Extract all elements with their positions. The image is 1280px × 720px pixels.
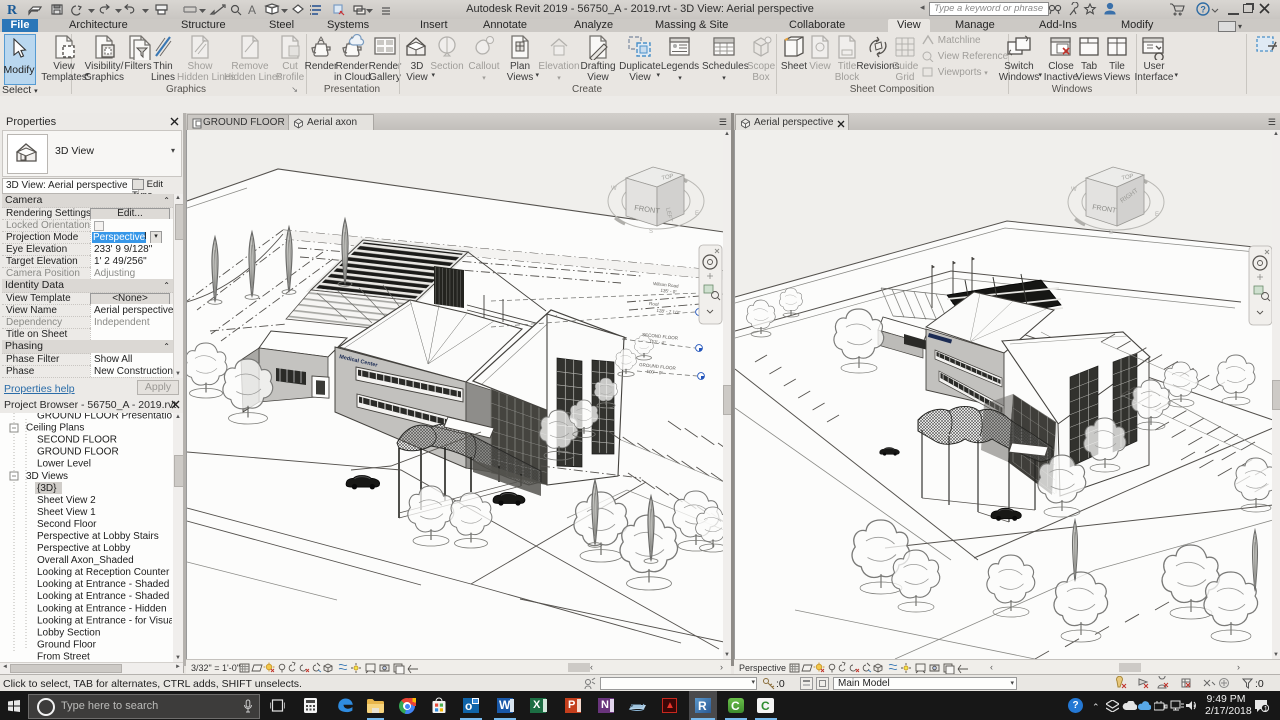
svg-text:Second Floor: Second Floor	[37, 519, 97, 530]
svg-text:S: S	[1109, 230, 1113, 236]
svg-text:A: A	[248, 3, 256, 17]
svg-text:W: W	[611, 186, 617, 192]
svg-text:?: ?	[1200, 5, 1206, 15]
svg-text:Lobby Section: Lobby Section	[37, 627, 100, 638]
svg-text:Sheet View 1: Sheet View 1	[37, 507, 96, 518]
svg-text:Ground Floor: Ground Floor	[37, 640, 97, 651]
svg-text:3D Views: 3D Views	[26, 471, 68, 482]
svg-text:E: E	[1155, 212, 1159, 218]
svg-text:Perspective at Lobby: Perspective at Lobby	[37, 543, 130, 554]
svg-text:Sheet View 2: Sheet View 2	[37, 495, 96, 506]
svg-text:1: 1	[1264, 704, 1268, 712]
svg-text:Looking at Reception Counter: Looking at Reception Counter	[37, 567, 170, 578]
svg-text:{3D}: {3D}	[37, 483, 57, 494]
svg-text:Looking at Entrance - for Visu: Looking at Entrance - for Visualizatio	[37, 615, 172, 626]
svg-text:From Street: From Street	[37, 652, 90, 663]
svg-text:Looking at Entrance - Shaded C: Looking at Entrance - Shaded Close	[37, 579, 172, 590]
svg-text:GROUND FLOOR Presentation: GROUND FLOOR Presentation	[37, 413, 172, 422]
svg-text:Overall Axon_Shaded: Overall Axon_Shaded	[37, 555, 134, 566]
svg-text:GROUND FLOOR: GROUND FLOOR	[37, 447, 119, 458]
svg-text:Roof: Roof	[649, 301, 660, 307]
svg-text:W: W	[1071, 187, 1077, 193]
svg-text:Looking at Entrance - Shaded: Looking at Entrance - Shaded	[37, 591, 169, 602]
svg-text:SECOND FLOOR: SECOND FLOOR	[37, 435, 117, 446]
svg-text:S: S	[649, 229, 653, 235]
svg-text:Lower Level: Lower Level	[37, 459, 91, 470]
svg-text:Perspective at Lobby Stairs: Perspective at Lobby Stairs	[37, 531, 159, 542]
svg-text:Ceiling Plans: Ceiling Plans	[26, 423, 84, 434]
svg-text:R: R	[7, 3, 18, 17]
svg-text:E: E	[695, 211, 699, 217]
svg-text:Looking at Entrance - Hidden: Looking at Entrance - Hidden	[37, 603, 167, 614]
